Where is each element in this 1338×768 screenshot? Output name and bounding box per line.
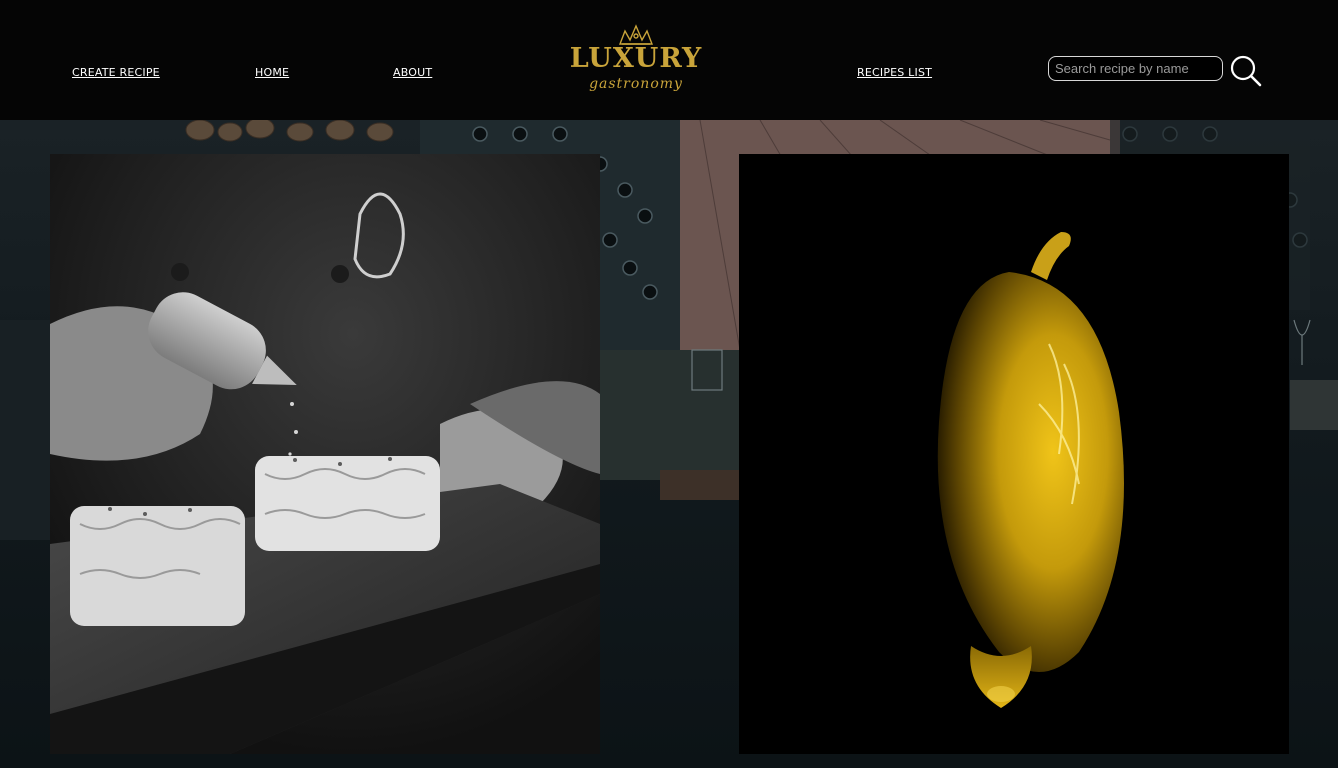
sushi-plating-photo [50, 154, 600, 754]
nav-home[interactable]: HOME [255, 66, 289, 79]
site-header: CREATE RECIPE HOME ABOUT LUXURY gastrono… [0, 0, 1338, 120]
logo-crown-icon: LUXURY gastronomy [570, 24, 702, 92]
nav-about[interactable]: ABOUT [393, 66, 432, 79]
logo-tagline: gastronomy [589, 76, 683, 92]
nav-recipes-list[interactable]: RECIPES LIST [857, 66, 932, 79]
logo-brand: LUXURY [570, 43, 702, 74]
site-logo[interactable]: LUXURY gastronomy [562, 22, 710, 96]
search-input[interactable] [1048, 56, 1223, 81]
olive-oil-drop-photo [739, 154, 1289, 754]
search-icon [1230, 55, 1262, 87]
nav-create-recipe[interactable]: CREATE RECIPE [72, 66, 160, 79]
search-button[interactable] [1228, 54, 1264, 88]
